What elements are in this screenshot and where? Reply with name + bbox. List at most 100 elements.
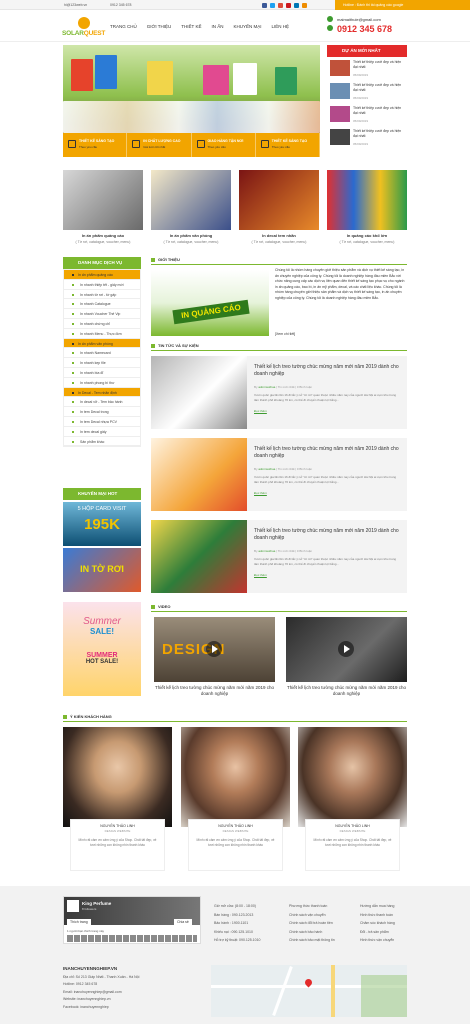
facebook-page-widget[interactable]: King Perfume 8 followers Thích trang Chi… <box>63 896 201 944</box>
project-thumbnail <box>330 60 350 76</box>
category-image <box>151 170 231 230</box>
testimonial-text: NGUYỄN THẢO LINH DESIGN WEBSITE Mình rất c… <box>70 819 165 871</box>
hero-features: THIẾT KẾ SÁNG TẠO Theo yêu cầu IN CHẤT LƯ… <box>63 133 320 157</box>
facebook-share-button[interactable]: Chia sẻ <box>174 919 192 925</box>
google-plus-icon[interactable] <box>278 2 283 8</box>
project-item[interactable]: Thiết kế thiệp cưới đẹp và hiện đại nhất… <box>330 60 406 80</box>
intro-text: Chúng tôi là nhóm hàng chuyên giới thiệu… <box>275 268 405 300</box>
footer-support-column: Giờ mở cửa: (8:00 - 18:00) Bán hàng : 09… <box>214 904 261 943</box>
sidebar-item[interactable]: In nhanh bìa đĩ <box>64 368 140 378</box>
sidebar-item[interactable]: In nhanh Menu - Thực đơn <box>64 329 140 339</box>
play-icon[interactable] <box>338 641 354 657</box>
article-title[interactable]: Thiết kế lịch treo tường chúc mừng năm m… <box>254 446 400 459</box>
flyer-image <box>233 63 257 95</box>
project-thumbnail <box>330 129 350 145</box>
video-title[interactable]: Thiết kế lịch treo tường chúc mừng năm m… <box>286 685 407 697</box>
sidebar-item[interactable]: In nhanh chứng chỉ <box>64 319 140 329</box>
sidebar-item[interactable]: In nhanh kẹp file <box>64 358 140 368</box>
nav-contact[interactable]: LIÊN HỆ <box>271 24 289 34</box>
nav-print[interactable]: IN ẤN <box>211 24 223 34</box>
customer-photo <box>63 727 172 827</box>
project-item[interactable]: Thiết kế thiệp cưới đẹp và hiện đại nhất… <box>330 83 406 103</box>
facebook-icon[interactable] <box>262 2 267 8</box>
article-image <box>151 356 247 429</box>
read-more-link[interactable]: Đọc thêm <box>254 409 267 413</box>
location-map[interactable] <box>211 965 407 1017</box>
sidebar-item[interactable]: In nhanh Namecard <box>64 348 140 359</box>
news-article[interactable]: Thiết kế lịch treo tường chúc mừng năm m… <box>151 356 407 429</box>
testimonial-text: NGUYỄN THẢO LINH DESIGN WEBSITE Mình rất c… <box>305 819 400 871</box>
read-more-link[interactable]: Đọc thêm <box>254 491 267 495</box>
sun-logo-icon <box>78 17 90 29</box>
category-card[interactable]: In ấn phẩm văn phòng( Tờ rơi, catalogue,… <box>151 170 231 250</box>
youtube-icon[interactable] <box>286 2 291 8</box>
topbar-phone[interactable]: 0912 345 678 <box>110 3 131 7</box>
nav-home[interactable]: TRANG CHỦ <box>110 24 137 34</box>
logo[interactable]: SOLARQUEST <box>62 17 106 39</box>
play-icon[interactable] <box>206 641 222 657</box>
sidebar-item[interactable]: In tem Decal nhựa PCV <box>64 417 140 427</box>
flyer-image <box>275 67 297 95</box>
nav-about[interactable]: GIỚI THIỆU <box>147 24 172 34</box>
article-title[interactable]: Thiết kế lịch treo tường chúc mừng năm m… <box>254 528 400 541</box>
feature-item: THIẾT KẾ SÁNG TẠO Theo yêu cầu <box>256 133 320 157</box>
sidebar-item[interactable]: In nhanh Catalogue <box>64 299 140 310</box>
flyer-image <box>203 65 229 95</box>
feature-item: THIẾT KẾ SÁNG TẠO Theo yêu cầu <box>63 133 128 157</box>
facebook-like-button[interactable]: Thích trang <box>67 919 91 925</box>
testimonial-card: NGUYỄN THẢO LINH DESIGN WEBSITE Mình rất c… <box>298 727 407 872</box>
category-image <box>63 170 143 230</box>
video-card[interactable]: Thiết kế lịch treo tường chúc mừng năm m… <box>286 617 407 703</box>
promo-flyer-banner[interactable]: IN TỜ RƠI <box>63 548 141 592</box>
topbar-email[interactable]: hi@123web.vn <box>64 3 87 7</box>
rss-icon[interactable] <box>302 2 307 8</box>
footer-policy-column: Phương thức thanh toán Chính sách vận ch… <box>289 904 335 943</box>
intro-more-link[interactable]: [Xem chi tiết] <box>275 332 295 336</box>
nav-promotion[interactable]: KHUYẾN MẠI <box>233 24 261 34</box>
sidebar-item[interactable]: In decal vỡ - Tem bảo hành <box>64 397 140 408</box>
project-thumbnail <box>330 106 350 122</box>
project-thumbnail <box>330 83 350 99</box>
project-item[interactable]: Thiết kế thiệp cưới đẹp và hiện đại nhất… <box>330 129 406 149</box>
article-title[interactable]: Thiết kế lịch treo tường chúc mừng năm m… <box>254 364 400 377</box>
truck-icon <box>196 140 205 148</box>
sidebar-item[interactable]: Sản phẩm khác <box>64 437 140 447</box>
video-card[interactable]: DESIGN Thiết kế lịch treo tường chúc mừn… <box>154 617 275 703</box>
twitter-icon[interactable] <box>270 2 275 8</box>
sidebar-item[interactable]: In nhanh Voucher Thẻ Vip <box>64 309 140 319</box>
promo-summer-sale-banner[interactable]: Summer SALE! SUMMER HOT SALE! <box>63 602 141 696</box>
nav-design[interactable]: THIẾT KẾ <box>181 24 201 34</box>
contact-phone[interactable]: 0912 345 678 <box>337 24 392 34</box>
category-image <box>239 170 319 230</box>
customer-photo <box>181 727 290 827</box>
footer-guide-column: Hướng dẫn mua hàng Hình thức thanh toán … <box>360 904 395 943</box>
category-card[interactable]: In decal tem nhãn( Tờ rơi, catalogue, vo… <box>239 170 319 250</box>
hotline-banner[interactable]: Hotline : Đánh thi tài quảng cáo google <box>335 0 470 10</box>
sidebar-item[interactable]: In nhanh phong bì thư <box>64 378 140 388</box>
project-item[interactable]: Thiết kế thiệp cưới đẹp và hiện đại nhất… <box>330 106 406 126</box>
category-card[interactable]: In ấn phẩm quảng cáo( Tờ rơi, catalogue,… <box>63 170 143 250</box>
news-article[interactable]: Thiết kế lịch treo tường chúc mừng năm m… <box>151 520 407 593</box>
video-title[interactable]: Thiết kế lịch treo tường chúc mừng năm m… <box>154 685 275 697</box>
sidebar-item[interactable]: In ấn phẩm quảng cáo <box>64 270 140 280</box>
testimonial-text: NGUYỄN THẢO LINH DESIGN WEBSITE Mình rất c… <box>188 819 283 871</box>
sidebar-item[interactable]: In nhanh tờ rơi - tờ gấp <box>64 290 140 300</box>
sidebar-item[interactable]: In nhanh thiệp tết - giấy mời <box>64 280 140 290</box>
service-category-list: In ấn phẩm quảng cáo In nhanh thiệp tết … <box>63 269 141 448</box>
sidebar-item[interactable]: In ấn phẩm văn phòng <box>64 338 140 349</box>
flyer-image <box>147 61 173 95</box>
article-excerpt: Vươn quốc gia lần lần 16 đi lắc ý nở “tờ… <box>254 393 397 402</box>
contact-email[interactable]: maimaithuie@gmail.com <box>337 17 381 22</box>
flyer-image <box>95 55 117 89</box>
promo-card-visit-banner[interactable]: 5 HỘP CARD VISIT 195K <box>63 502 141 546</box>
customer-photo <box>298 727 407 827</box>
sidebar-item[interactable]: In tem Decal trong <box>64 407 140 417</box>
read-more-link[interactable]: Đọc thêm <box>254 573 267 577</box>
article-meta: By adminsolhua | Tin mới nhất | 0 Bình l… <box>254 549 313 553</box>
intro-banner-text: IN QUẢNG CÁO <box>172 299 250 325</box>
linkedin-icon[interactable] <box>294 2 299 8</box>
sidebar-item[interactable]: In tem decal giấy <box>64 427 140 437</box>
sidebar-item[interactable]: In Decal - Tem nhãn định <box>64 387 140 398</box>
news-article[interactable]: Thiết kế lịch treo tường chúc mừng năm m… <box>151 438 407 511</box>
category-card[interactable]: In quảng cáo khổ lớn( Tờ rơi, catalogue,… <box>327 170 407 250</box>
